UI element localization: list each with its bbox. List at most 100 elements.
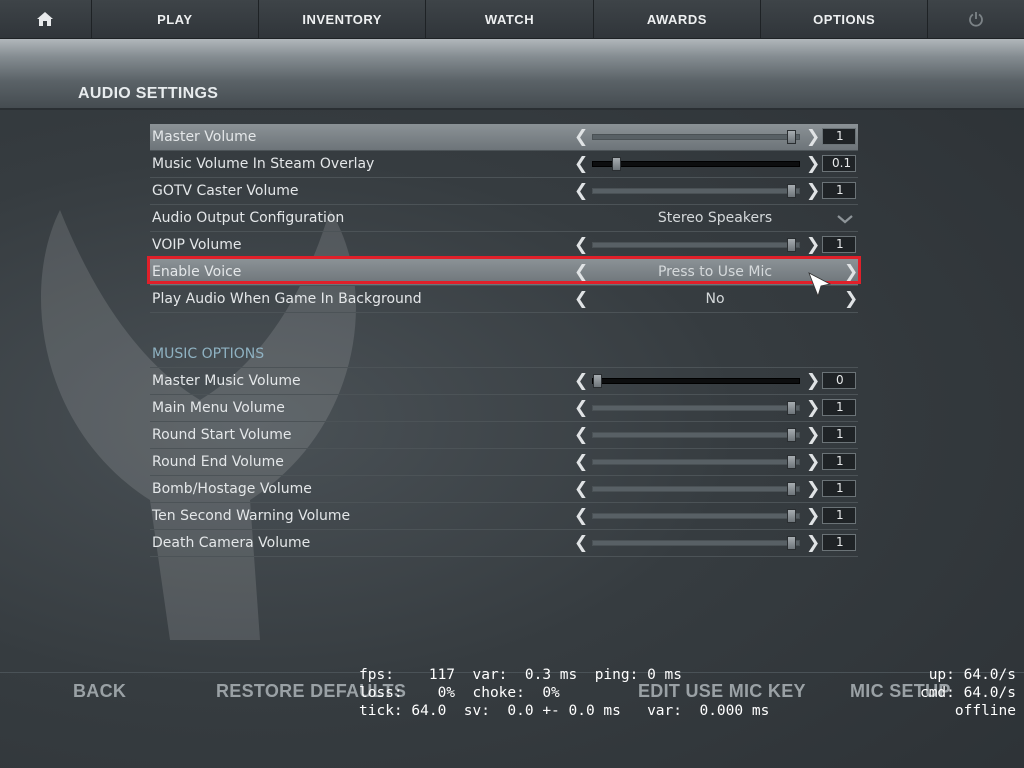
setting-label: Bomb/Hostage Volume bbox=[152, 481, 312, 497]
volume-slider[interactable] bbox=[592, 157, 800, 171]
chevron-left-icon[interactable]: ❮ bbox=[574, 398, 588, 418]
setting-label: Enable Voice bbox=[152, 264, 242, 280]
back-button[interactable]: BACK bbox=[73, 681, 126, 702]
setting-row-audio-output-configuration: Audio Output Configuration Stereo Speaker… bbox=[150, 205, 858, 232]
nav-awards[interactable]: AWARDS bbox=[594, 0, 762, 38]
volume-slider[interactable] bbox=[592, 455, 800, 469]
slider-thumb[interactable] bbox=[787, 401, 796, 415]
power-icon bbox=[969, 12, 984, 27]
top-nav: PLAY INVENTORY WATCH AWARDS OPTIONS bbox=[0, 0, 1024, 39]
value-field[interactable]: 1 bbox=[822, 236, 856, 253]
chevron-left-icon[interactable]: ❮ bbox=[574, 371, 588, 391]
chevron-right-icon[interactable]: ❯ bbox=[806, 533, 820, 553]
slider-thumb[interactable] bbox=[787, 455, 796, 469]
nav-options[interactable]: OPTIONS bbox=[761, 0, 929, 38]
slider-thumb[interactable] bbox=[787, 130, 796, 144]
value-field[interactable]: 1 bbox=[822, 399, 856, 416]
volume-slider[interactable] bbox=[592, 374, 800, 388]
chevron-left-icon[interactable]: ❮ bbox=[574, 235, 588, 255]
chevron-left-icon[interactable]: ❮ bbox=[574, 425, 588, 445]
chevron-right-icon[interactable]: ❯ bbox=[806, 398, 820, 418]
setting-row-death-camera-volume: Death Camera Volume ❮ ❯ 1 bbox=[150, 530, 858, 557]
setting-label: Audio Output Configuration bbox=[152, 210, 345, 226]
slider-thumb[interactable] bbox=[612, 157, 621, 171]
chevron-right-icon[interactable]: ❯ bbox=[806, 181, 820, 201]
net-graph-line: up: 64.0/s bbox=[928, 667, 1016, 683]
settings-list: Master Volume ❮ ❯ 1 Music Volume In Steam Ov… bbox=[150, 124, 858, 557]
chevron-right-icon[interactable]: ❯ bbox=[806, 479, 820, 499]
header-divider bbox=[0, 108, 1024, 110]
setting-label: Death Camera Volume bbox=[152, 535, 311, 551]
music-options-title: MUSIC OPTIONS bbox=[150, 341, 858, 368]
volume-slider[interactable] bbox=[592, 428, 800, 442]
setting-row-play-audio-when-game-in-background: Play Audio When Game In Background ❮ No ❯ bbox=[150, 286, 858, 313]
chevron-left-icon[interactable]: ❮ bbox=[574, 154, 588, 174]
setting-label: Master Volume bbox=[152, 129, 257, 145]
chevron-right-icon[interactable]: ❯ bbox=[844, 262, 858, 282]
value-field[interactable]: 1 bbox=[822, 507, 856, 524]
value-field[interactable]: 1 bbox=[822, 453, 856, 470]
setting-row-bomb-hostage-volume: Bomb/Hostage Volume ❮ ❯ 1 bbox=[150, 476, 858, 503]
slider-thumb[interactable] bbox=[787, 184, 796, 198]
volume-slider[interactable] bbox=[592, 401, 800, 415]
mouse-cursor-icon bbox=[808, 272, 832, 298]
dropdown-value[interactable]: Stereo Speakers bbox=[590, 210, 840, 226]
slider-thumb[interactable] bbox=[593, 374, 602, 388]
setting-label: Main Menu Volume bbox=[152, 400, 285, 416]
setting-label: Music Volume In Steam Overlay bbox=[152, 156, 375, 172]
nav-inventory[interactable]: INVENTORY bbox=[259, 0, 427, 38]
net-graph: fps: 117 var: 0.3 ms ping: 0 ms loss: 0% … bbox=[359, 666, 769, 720]
nav-watch[interactable]: WATCH bbox=[426, 0, 594, 38]
volume-slider[interactable] bbox=[592, 238, 800, 252]
value-field[interactable]: 1 bbox=[822, 128, 856, 145]
slider-thumb[interactable] bbox=[787, 482, 796, 496]
chevron-right-icon[interactable]: ❯ bbox=[806, 425, 820, 445]
page-title: AUDIO SETTINGS bbox=[78, 85, 219, 102]
chevron-right-icon[interactable]: ❯ bbox=[806, 452, 820, 472]
chevron-left-icon[interactable]: ❮ bbox=[574, 506, 588, 526]
chevron-right-icon[interactable]: ❯ bbox=[806, 154, 820, 174]
home-button[interactable] bbox=[0, 0, 92, 38]
chevron-left-icon[interactable]: ❮ bbox=[574, 533, 588, 553]
chevron-right-icon[interactable]: ❯ bbox=[806, 127, 820, 147]
power-button[interactable] bbox=[928, 0, 1024, 38]
value-field[interactable]: 1 bbox=[822, 534, 856, 551]
chevron-right-icon[interactable]: ❯ bbox=[844, 289, 858, 309]
slider-thumb[interactable] bbox=[787, 536, 796, 550]
chevron-left-icon[interactable]: ❮ bbox=[574, 479, 588, 499]
setting-label: GOTV Caster Volume bbox=[152, 183, 299, 199]
setting-label: VOIP Volume bbox=[152, 237, 242, 253]
setting-row-master-music-volume: Master Music Volume ❮ ❯ 0 bbox=[150, 368, 858, 395]
chevron-left-icon[interactable]: ❮ bbox=[574, 452, 588, 472]
value-field[interactable]: 0.1 bbox=[822, 155, 856, 172]
setting-row-enable-voice: Enable Voice ❮ Press to Use Mic ❯ bbox=[150, 259, 858, 286]
net-graph-line: offline bbox=[954, 703, 1016, 719]
volume-slider[interactable] bbox=[592, 509, 800, 523]
volume-slider[interactable] bbox=[592, 184, 800, 198]
home-icon bbox=[37, 12, 54, 26]
value-field[interactable]: 1 bbox=[822, 480, 856, 497]
chevron-down-icon[interactable] bbox=[836, 212, 854, 228]
volume-slider[interactable] bbox=[592, 536, 800, 550]
setting-row-main-menu-volume: Main Menu Volume ❮ ❯ 1 bbox=[150, 395, 858, 422]
chevron-left-icon[interactable]: ❮ bbox=[574, 181, 588, 201]
chevron-left-icon[interactable]: ❮ bbox=[574, 127, 588, 147]
chevron-right-icon[interactable]: ❯ bbox=[806, 371, 820, 391]
chevron-right-icon[interactable]: ❯ bbox=[806, 235, 820, 255]
net-graph-rates: up: 64.0/s cmd: 64.0/s offline bbox=[920, 666, 1016, 720]
chevron-right-icon[interactable]: ❯ bbox=[806, 506, 820, 526]
nav-play[interactable]: PLAY bbox=[92, 0, 259, 38]
setting-row-round-start-volume: Round Start Volume ❮ ❯ 1 bbox=[150, 422, 858, 449]
setting-row-round-end-volume: Round End Volume ❮ ❯ 1 bbox=[150, 449, 858, 476]
setting-label: Master Music Volume bbox=[152, 373, 301, 389]
slider-thumb[interactable] bbox=[787, 238, 796, 252]
slider-thumb[interactable] bbox=[787, 428, 796, 442]
volume-slider[interactable] bbox=[592, 482, 800, 496]
value-field[interactable]: 0 bbox=[822, 372, 856, 389]
volume-slider[interactable] bbox=[592, 130, 800, 144]
value-field[interactable]: 1 bbox=[822, 426, 856, 443]
value-field[interactable]: 1 bbox=[822, 182, 856, 199]
net-graph-line: loss: 0% choke: 0% bbox=[359, 685, 560, 701]
slider-thumb[interactable] bbox=[787, 509, 796, 523]
setting-row-music-volume-in-steam-overlay: Music Volume In Steam Overlay ❮ ❯ 0.1 bbox=[150, 151, 858, 178]
